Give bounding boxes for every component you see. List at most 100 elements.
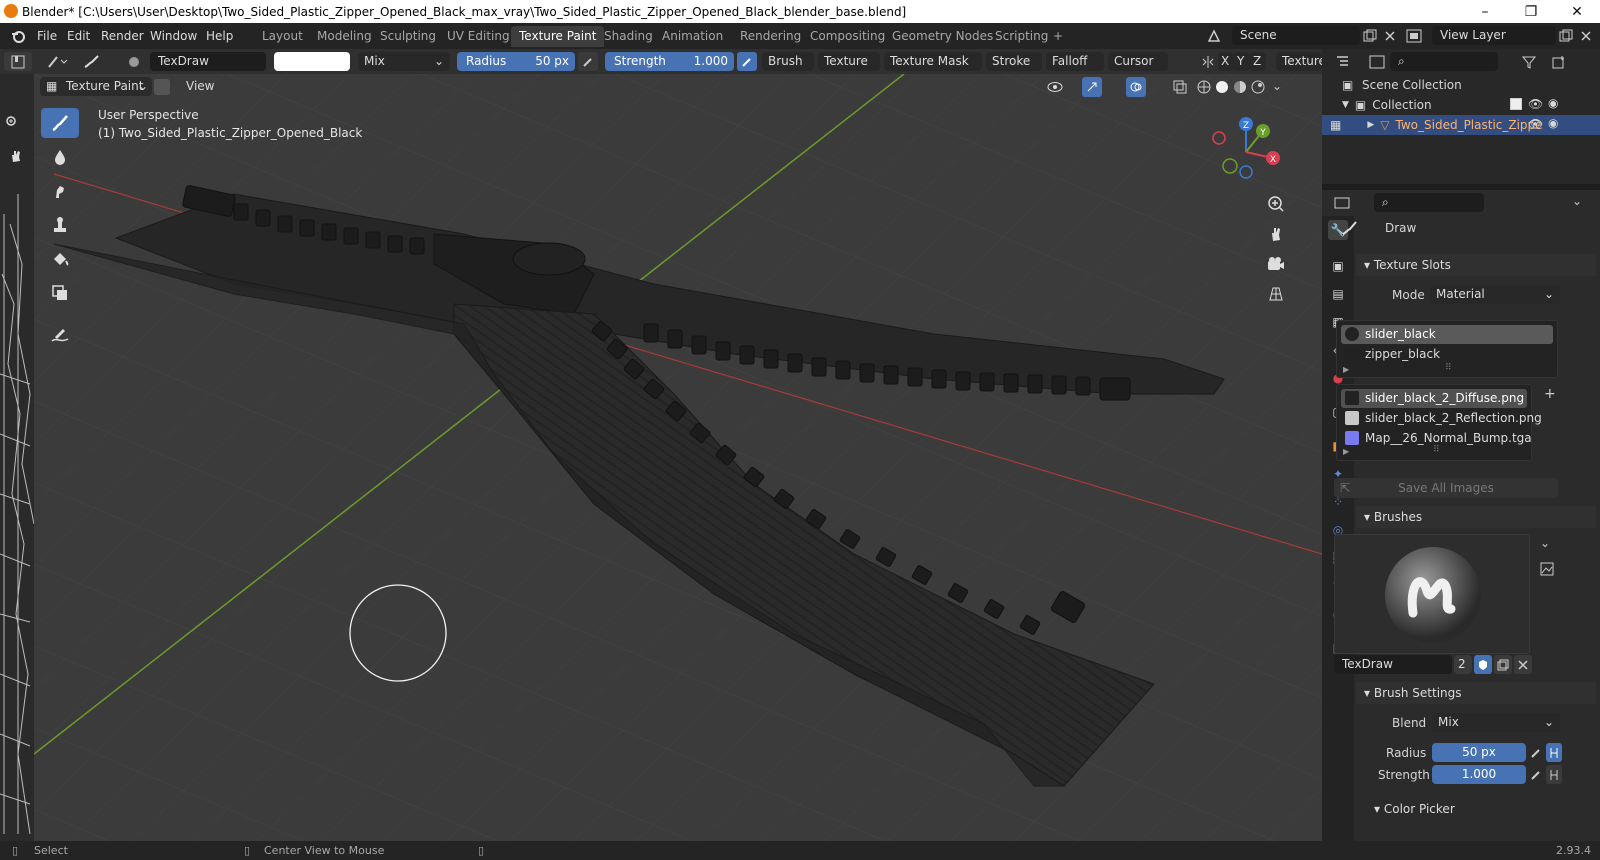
chevron-down-icon[interactable]: ⌄ bbox=[1540, 536, 1550, 550]
paint-mask-icon[interactable] bbox=[154, 79, 170, 95]
chevron-down-icon[interactable]: ⌄ bbox=[1572, 194, 1582, 208]
expand-arrow-icon[interactable]: ▶ bbox=[1367, 120, 1374, 130]
cursor-menu[interactable]: Cursor ⌄ bbox=[1108, 52, 1168, 87]
view-layer-selector[interactable]: View Layer bbox=[1432, 26, 1556, 45]
falloff-menu[interactable]: Falloff ⌄ bbox=[1046, 52, 1104, 87]
brush-preview-box[interactable] bbox=[1334, 534, 1530, 654]
rendered-shading-icon[interactable] bbox=[1250, 79, 1266, 95]
delete-scene-icon[interactable] bbox=[1382, 28, 1398, 44]
brush-name-field[interactable]: TexDraw bbox=[150, 52, 266, 71]
chevron-down-icon[interactable]: ⌄ bbox=[1272, 79, 1282, 93]
pan-view-icon[interactable] bbox=[1264, 222, 1288, 246]
image-editor-type-icon[interactable] bbox=[2, 52, 30, 71]
scene-selector[interactable]: Scene bbox=[1232, 26, 1360, 45]
maximize-button[interactable]: ❐ bbox=[1508, 0, 1554, 23]
color-picker-subpanel-header[interactable]: ▾ Color Picker bbox=[1374, 802, 1455, 816]
filter-icon[interactable] bbox=[1520, 54, 1538, 70]
tab-texture-paint[interactable]: Texture Paint bbox=[511, 26, 605, 47]
image-browse-icon[interactable] bbox=[1538, 560, 1556, 578]
list-item[interactable]: zipper_black bbox=[1341, 345, 1553, 364]
list-item[interactable]: slider_black_2_Diffuse.png bbox=[1341, 389, 1527, 408]
mirror-y-toggle[interactable]: Y bbox=[1234, 52, 1250, 71]
material-slot-list[interactable]: slider_black zipper_black ▶ ⠿ bbox=[1336, 320, 1558, 378]
minimize-button[interactable]: – bbox=[1462, 0, 1508, 23]
list-item[interactable]: slider_black bbox=[1341, 325, 1553, 344]
tab-sculpting[interactable]: Sculpting bbox=[372, 26, 444, 47]
outliner-row-scene-collection[interactable]: ▣ Scene Collection bbox=[1322, 75, 1600, 95]
expand-arrow-icon[interactable]: ▶ bbox=[1343, 365, 1349, 374]
smear-tool-button[interactable] bbox=[41, 176, 79, 206]
3d-viewport[interactable] bbox=[34, 74, 1322, 841]
blend-mode-dropdown[interactable]: Mix ⌄ bbox=[358, 52, 450, 71]
expand-arrow-icon[interactable]: ▼ bbox=[1342, 100, 1349, 110]
mirror-x-toggle[interactable]: X bbox=[1218, 52, 1234, 71]
zoom-icon[interactable] bbox=[2, 112, 22, 132]
menu-edit[interactable]: Edit bbox=[67, 27, 90, 45]
texture-mask-menu[interactable]: Texture Mask ⌄ bbox=[884, 52, 982, 87]
solid-shading-icon[interactable] bbox=[1214, 79, 1230, 95]
tab-shading[interactable]: Shading bbox=[596, 26, 661, 47]
outliner-row-object[interactable]: ▦ ▶ ▽ Two_Sided_Plastic_Zippe 👁 ◉ bbox=[1322, 115, 1600, 135]
symmetry-icon[interactable] bbox=[1198, 52, 1218, 71]
brush-menu[interactable]: Brush ⌄ bbox=[762, 52, 814, 87]
brush-tool-icon[interactable] bbox=[80, 52, 104, 71]
blender-menu-icon[interactable] bbox=[10, 28, 26, 44]
xray-toggle-icon[interactable] bbox=[1172, 79, 1188, 95]
clone-tool-button[interactable] bbox=[41, 210, 79, 240]
radius-unit-icon[interactable] bbox=[1546, 743, 1562, 762]
menu-render[interactable]: Render bbox=[101, 27, 144, 45]
scene-icon[interactable] bbox=[1206, 28, 1222, 44]
tab-layout[interactable]: Layout bbox=[254, 26, 311, 47]
fill-tool-button[interactable] bbox=[41, 244, 79, 274]
navigation-gizmo[interactable]: Z Y X bbox=[1206, 112, 1286, 192]
close-button[interactable]: ✕ bbox=[1554, 0, 1600, 23]
eye-icon[interactable]: 👁 bbox=[1528, 117, 1543, 131]
tab-compositing[interactable]: Compositing bbox=[802, 26, 893, 47]
visibility-icon[interactable] bbox=[1046, 79, 1064, 95]
camera-render-icon[interactable]: ◉ bbox=[1548, 96, 1558, 110]
view-menu[interactable]: View bbox=[180, 77, 220, 96]
delete-view-layer-icon[interactable] bbox=[1578, 28, 1594, 44]
brush-radius-slider[interactable]: 50 px bbox=[1432, 743, 1526, 762]
ortho-toggle-icon[interactable] bbox=[1264, 282, 1288, 306]
stroke-menu[interactable]: Stroke ⌄ bbox=[986, 52, 1042, 87]
wireframe-shading-icon[interactable] bbox=[1196, 79, 1212, 95]
exclude-checkbox[interactable] bbox=[1510, 98, 1522, 110]
texture-slot-mode-dropdown[interactable]: Material ⌄ bbox=[1430, 285, 1560, 304]
annotate-tool-button[interactable] bbox=[41, 320, 79, 350]
camera-view-icon[interactable] bbox=[1264, 252, 1288, 276]
new-collection-icon[interactable] bbox=[1550, 54, 1568, 70]
strength-pressure-icon[interactable] bbox=[1528, 765, 1544, 784]
strength-slider[interactable]: Strength 1.000 bbox=[605, 52, 734, 71]
brush-settings-panel-header[interactable]: ▾ Brush Settings bbox=[1356, 682, 1596, 704]
texture-options-menu[interactable]: Texture bbox=[1276, 52, 1322, 71]
menu-help[interactable]: Help bbox=[206, 27, 233, 45]
strength-unit-icon[interactable] bbox=[1546, 765, 1562, 784]
brush-blend-dropdown[interactable]: Mix ⌄ bbox=[1432, 713, 1560, 732]
unlink-brush-icon[interactable] bbox=[1514, 655, 1532, 674]
list-item[interactable]: slider_black_2_Reflection.png bbox=[1341, 409, 1542, 428]
mode-selector[interactable]: ▦ Texture Paint ⌄ bbox=[40, 77, 152, 96]
add-slot-icon[interactable]: + bbox=[1544, 386, 1556, 402]
tab-render-icon[interactable]: ▣ bbox=[1328, 256, 1348, 276]
tab-output-icon[interactable]: ▤ bbox=[1328, 284, 1348, 304]
tab-uv-editing[interactable]: UV Editing bbox=[439, 26, 518, 47]
draw-tool-button[interactable] bbox=[41, 108, 79, 138]
radius-pressure-icon[interactable] bbox=[1528, 743, 1544, 762]
texture-menu[interactable]: Texture ⌄ bbox=[818, 52, 880, 87]
material-shading-icon[interactable] bbox=[1232, 79, 1248, 95]
menu-window[interactable]: Window bbox=[150, 27, 197, 45]
tab-animation[interactable]: Animation bbox=[654, 26, 731, 47]
save-all-images-button[interactable]: ⇱ Save All Images bbox=[1334, 478, 1558, 498]
texture-slots-panel-header[interactable]: ▾ Texture Slots bbox=[1356, 254, 1596, 276]
brush-color-swatch[interactable] bbox=[274, 52, 350, 71]
tab-rendering[interactable]: Rendering bbox=[732, 26, 809, 47]
gizmo-toggle-icon[interactable] bbox=[1082, 77, 1102, 97]
view-layer-icon[interactable] bbox=[1406, 28, 1422, 44]
resize-handle-icon[interactable]: ⠿ bbox=[1445, 363, 1452, 373]
tab-geometry-nodes[interactable]: Geometry Nodes bbox=[884, 26, 1001, 47]
strength-pressure-icon[interactable] bbox=[737, 52, 757, 71]
resize-handle-icon[interactable]: ⠿ bbox=[1433, 445, 1440, 455]
mirror-z-toggle[interactable]: Z bbox=[1250, 52, 1266, 71]
eye-icon[interactable]: 👁 bbox=[1528, 97, 1543, 111]
